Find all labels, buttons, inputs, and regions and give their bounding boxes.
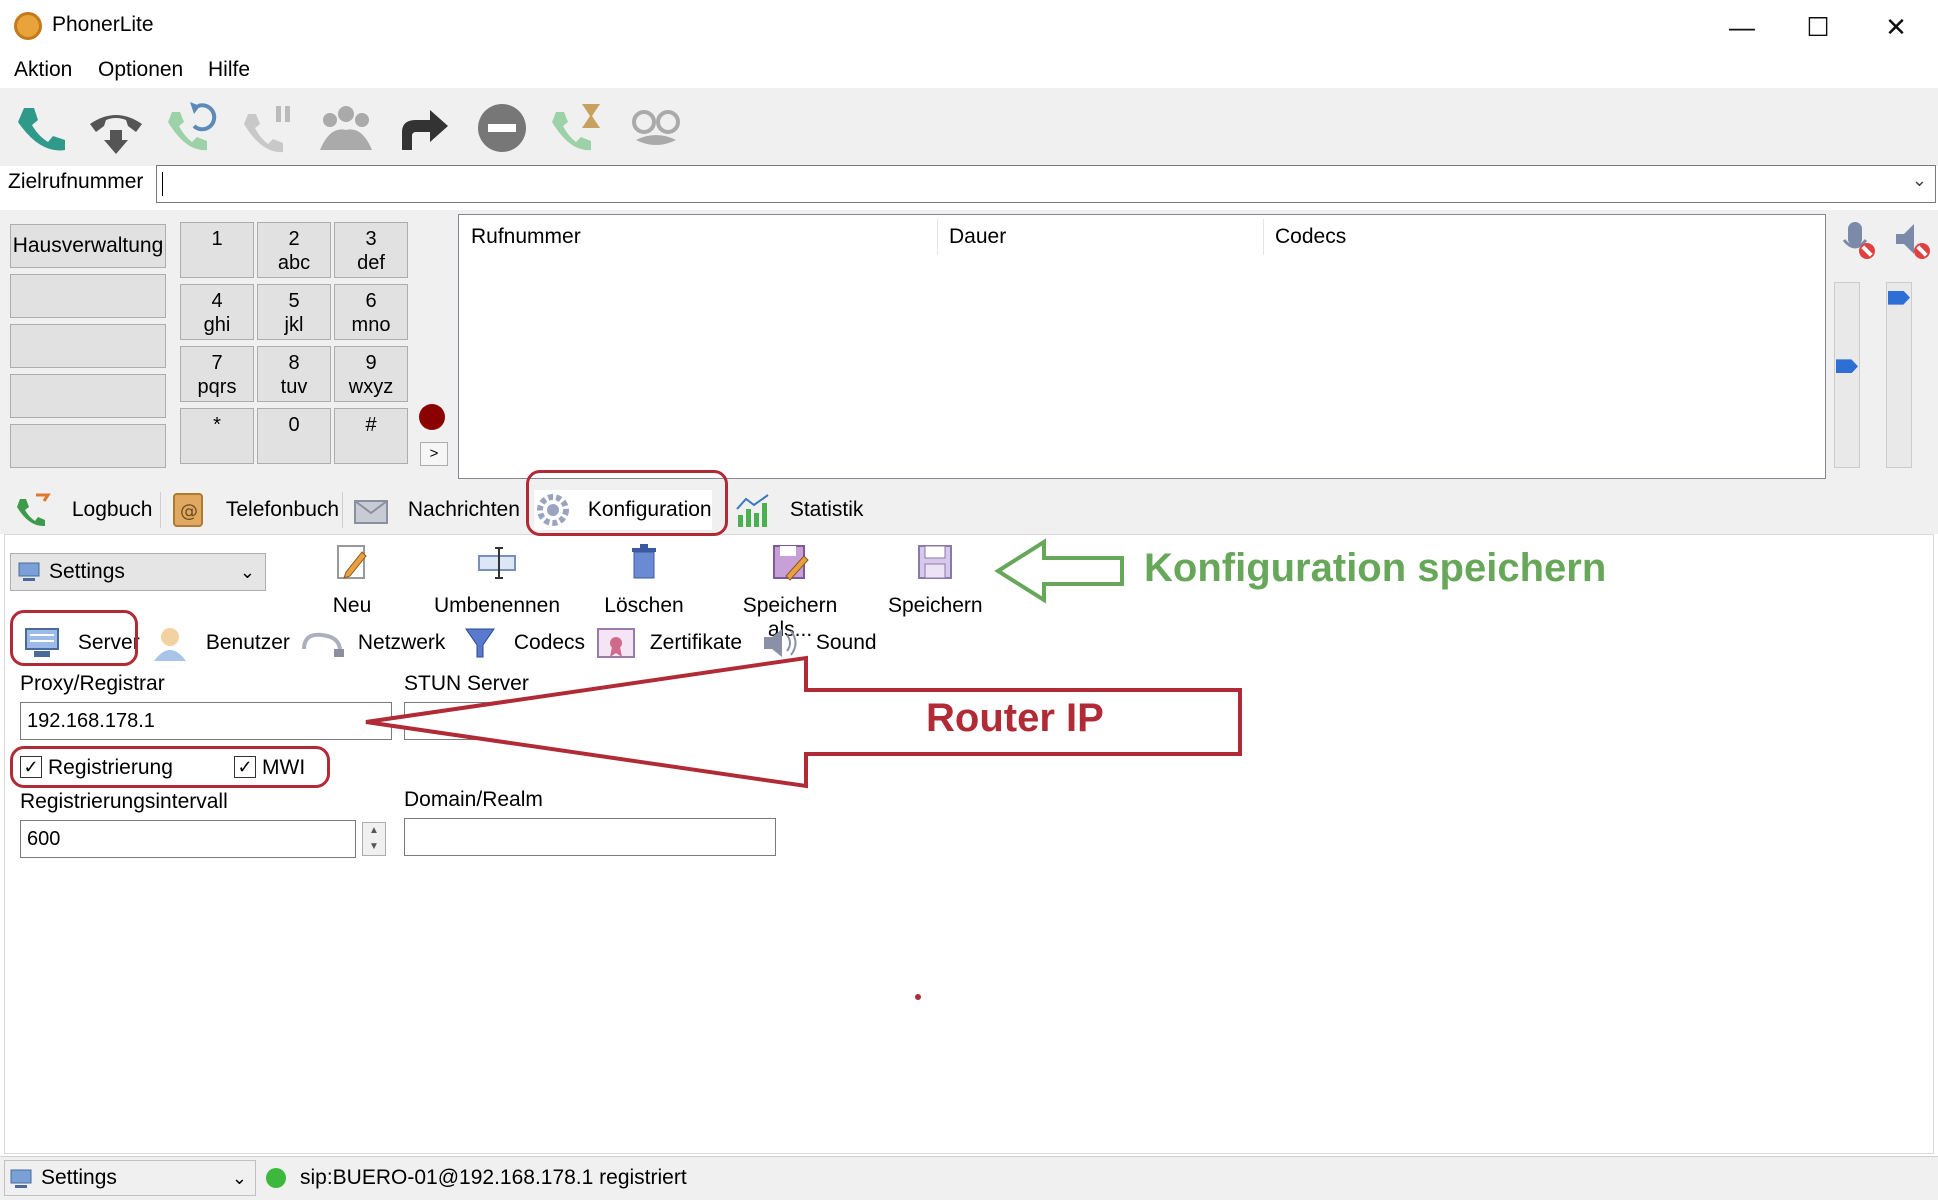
rename-cursor-icon (478, 547, 516, 579)
interval-label: Registrierungsintervall (20, 790, 228, 813)
tab-separator (342, 492, 343, 528)
status-bar (0, 1156, 1938, 1200)
forward-icon[interactable] (394, 100, 454, 158)
proxy-registrar-input[interactable]: 192.168.178.1 (20, 702, 392, 740)
do-not-disturb-icon[interactable] (472, 100, 532, 158)
redial-icon[interactable] (162, 100, 222, 158)
menu-bar (0, 52, 1938, 88)
keypad-0[interactable]: 0 (257, 408, 331, 464)
tab-telefonbuch[interactable]: @ Telefonbuch (170, 490, 339, 530)
delete-button[interactable]: Löschen (602, 542, 686, 618)
speaker-slider[interactable] (1886, 282, 1912, 468)
server-icon (10, 1169, 32, 1188)
more-button[interactable]: > (420, 442, 448, 466)
keypad-5[interactable]: 5 jkl (257, 284, 331, 340)
user-icon (154, 628, 186, 662)
messages-envelope-icon (354, 500, 388, 525)
svg-text:@: @ (180, 501, 198, 522)
menu-optionen[interactable]: Optionen (98, 58, 183, 82)
subtab-benutzer[interactable]: Benutzer (150, 622, 290, 664)
server-icon (18, 562, 40, 581)
chevron-down-icon[interactable]: ⌄ (1912, 170, 1927, 191)
chevron-down-icon[interactable]: ⌄ (232, 1161, 247, 1195)
registration-status-led (266, 1168, 286, 1188)
rename-button[interactable]: Umbenennen (430, 542, 564, 618)
router-ip-annotation: Router IP (926, 696, 1104, 740)
speaker-mute-icon[interactable] (1892, 220, 1932, 260)
speed-dial-empty-2[interactable] (10, 324, 166, 368)
speed-dial-empty-3[interactable] (10, 374, 166, 418)
call-icon[interactable] (10, 100, 70, 158)
logbook-phone-icon (17, 493, 51, 527)
tab-statistik[interactable]: Statistik (734, 490, 863, 530)
column-separator (937, 219, 938, 255)
column-separator (1263, 219, 1264, 255)
keypad-star[interactable]: * (180, 408, 254, 464)
column-codecs[interactable]: Codecs (1275, 225, 1346, 249)
keypad-6[interactable]: 6 mno (334, 284, 408, 340)
stray-dot (915, 994, 921, 1000)
green-arrow-annotation (994, 538, 1124, 604)
keypad-7[interactable]: 7 pqrs (180, 346, 254, 402)
close-button[interactable]: ✕ (1866, 8, 1926, 46)
save-config-annotation: Konfiguration speichern (1144, 546, 1607, 590)
server-tab-highlight (10, 610, 138, 666)
keypad-4[interactable]: 4 ghi (180, 284, 254, 340)
domain-realm-input[interactable] (404, 818, 776, 856)
floppy-disk-icon (918, 545, 952, 579)
network-cable-icon (302, 633, 344, 658)
domain-realm-label: Domain/Realm (404, 788, 543, 811)
column-dauer[interactable]: Dauer (949, 225, 1006, 249)
phonerlite-logo-icon (14, 12, 42, 40)
callback-icon[interactable] (548, 100, 608, 158)
column-rufnummer[interactable]: Rufnummer (471, 225, 581, 249)
save-button[interactable]: Speichern (888, 542, 983, 618)
tab-nachrichten[interactable]: Nachrichten (352, 490, 520, 530)
call-list[interactable]: Rufnummer Dauer Codecs (458, 214, 1826, 479)
keypad-9[interactable]: 9 wxyz (334, 346, 408, 402)
menu-aktion[interactable]: Aktion (14, 58, 72, 82)
maximize-button[interactable]: ☐ (1788, 8, 1848, 46)
menu-hilfe[interactable]: Hilfe (208, 58, 250, 82)
keypad-1[interactable]: 1 (180, 222, 254, 278)
keypad-3[interactable]: 3 def (334, 222, 408, 278)
interval-input[interactable]: 600 (20, 820, 356, 858)
title-bar (0, 0, 1938, 52)
destination-label: Zielrufnummer (8, 170, 144, 193)
keypad-8[interactable]: 8 tuv (257, 346, 331, 402)
tab-separator (160, 492, 161, 528)
status-text: sip:BUERO-01@192.168.178.1 registriert (300, 1166, 687, 1189)
chevron-down-icon[interactable]: ⌄ (240, 554, 255, 590)
hangup-icon[interactable] (86, 100, 146, 158)
speed-dial-hausverwaltung[interactable]: Hausverwaltung (10, 224, 166, 268)
profile-select[interactable]: Settings ⌄ (10, 553, 266, 591)
keypad-2[interactable]: 2 abc (257, 222, 331, 278)
status-profile-select[interactable]: Settings ⌄ (4, 1160, 256, 1196)
keypad-hash[interactable]: # (334, 408, 408, 464)
konfiguration-highlight (526, 470, 728, 536)
microphone-mute-icon[interactable] (1840, 220, 1876, 260)
trash-icon (632, 544, 656, 579)
save-as-icon (773, 545, 809, 581)
new-button[interactable]: Neu (322, 542, 382, 618)
speed-dial-empty-4[interactable] (10, 424, 166, 468)
conference-icon[interactable] (316, 100, 376, 158)
pencil-icon (337, 545, 367, 579)
hold-icon[interactable] (238, 100, 298, 158)
speed-dial-empty-1[interactable] (10, 274, 166, 318)
tab-logbuch[interactable]: Logbuch (14, 490, 152, 530)
checkboxes-highlight (10, 746, 330, 788)
microphone-slider[interactable] (1834, 282, 1860, 468)
statistics-chart-icon (736, 494, 769, 528)
anonymous-icon[interactable] (626, 100, 686, 158)
interval-spinner[interactable]: ▲ ▼ (362, 822, 386, 856)
proxy-registrar-label: Proxy/Registrar (20, 672, 165, 695)
record-button[interactable] (419, 404, 445, 430)
destination-input[interactable]: ⌄ (156, 165, 1936, 203)
text-caret (162, 172, 163, 196)
phonebook-icon: @ (173, 493, 203, 528)
minimize-button[interactable]: — (1712, 8, 1772, 46)
window-title: PhonerLite (52, 13, 154, 36)
red-arrow-annotation (365, 655, 1242, 789)
